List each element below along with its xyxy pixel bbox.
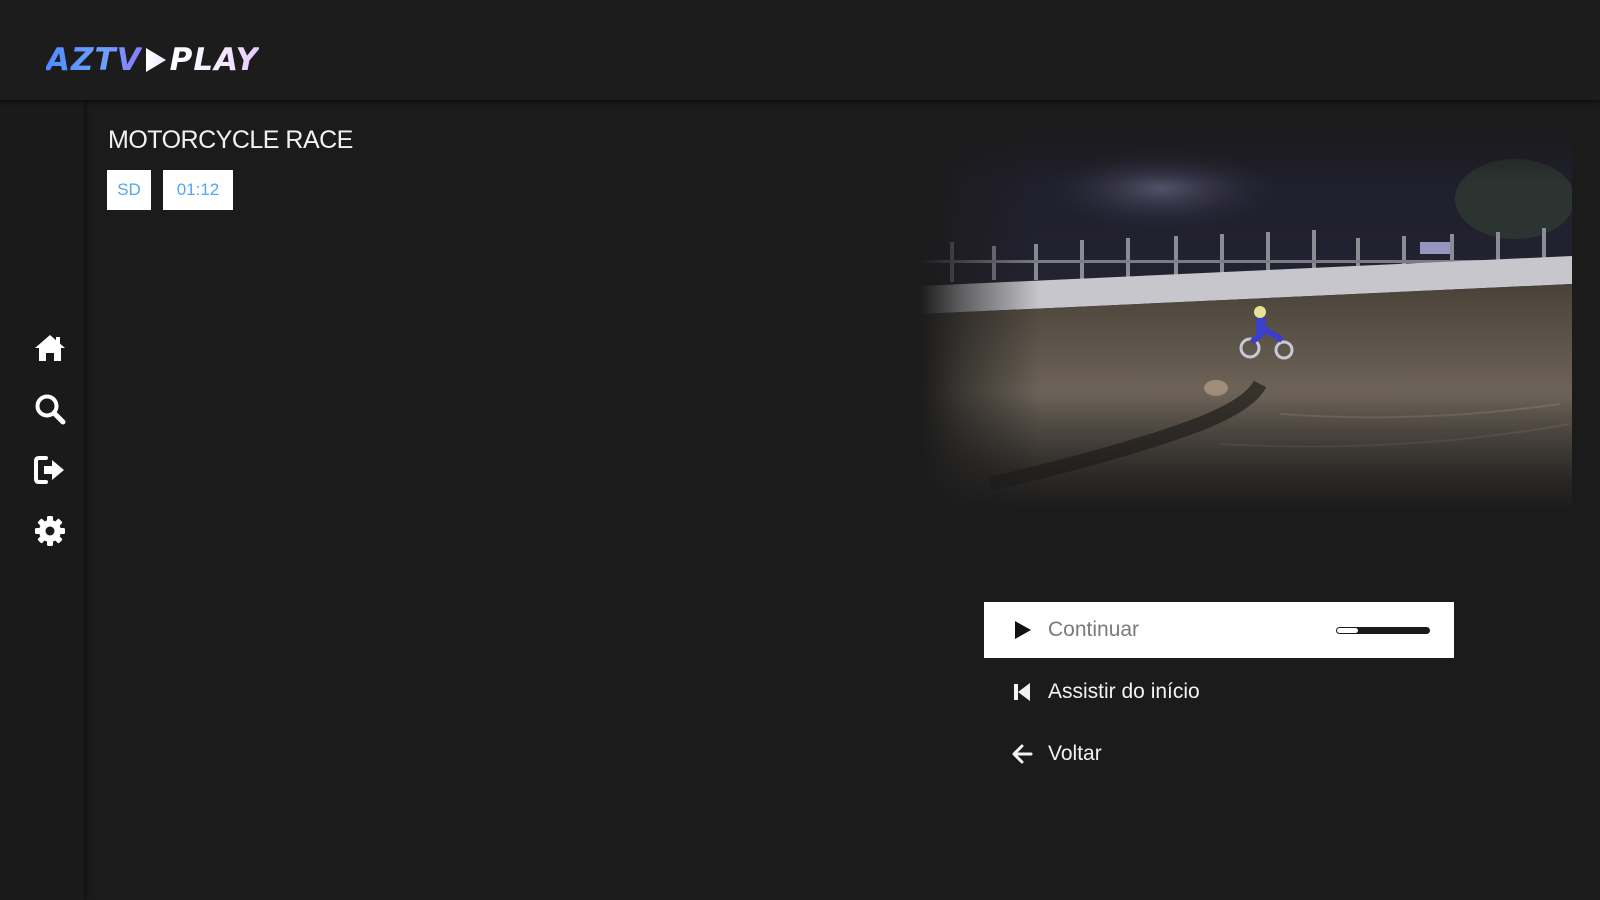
sidebar-item-home[interactable] [30,330,70,370]
top-bar: AZTV PLAY [0,0,1600,100]
continue-label: Continuar [1048,618,1140,641]
page-title: MOTORCYCLE RACE [108,126,353,154]
sign-out-icon [32,452,68,492]
watch-from-start-button[interactable]: Assistir do início [984,664,1454,720]
video-thumbnail [920,124,1572,510]
quality-badge: SD [107,170,151,210]
thumbnail-fade-top [920,124,1572,184]
back-button[interactable]: Voltar [984,726,1454,782]
skip-back-icon [1010,680,1034,704]
logo-play-icon [144,46,168,74]
sidebar-item-search[interactable] [30,391,70,431]
meta-badges: SD 01:12 [107,170,233,210]
home-icon [32,330,68,370]
gear-icon [32,513,68,553]
sidebar-item-settings[interactable] [30,513,70,553]
back-label: Voltar [1048,742,1102,765]
logo-text-aztv: AZTV [46,42,142,78]
duration-badge: 01:12 [163,170,233,210]
logo-text-play: PLAY [169,42,259,78]
continue-button[interactable]: Continuar [984,602,1454,658]
sidebar-item-logout[interactable] [30,452,70,492]
search-icon [32,391,68,431]
arrow-left-icon [1010,742,1034,766]
detail-panel: MOTORCYCLE RACE SD 01:12 Continuar Assis… [84,100,1600,900]
watch-progress-bar [1336,627,1430,634]
sidebar [0,100,84,900]
brand-logo: AZTV PLAY [46,42,259,78]
watch-progress-fill [1337,628,1358,633]
watch-from-start-label: Assistir do início [1048,680,1200,703]
play-icon [1010,618,1034,642]
app-root: AZTV PLAY MOTORCYCLE RACE SD 01:12 Conti… [0,0,1600,900]
action-menu: Continuar Assistir do início Voltar [984,602,1454,788]
thumbnail-fade-bottom [920,390,1572,510]
